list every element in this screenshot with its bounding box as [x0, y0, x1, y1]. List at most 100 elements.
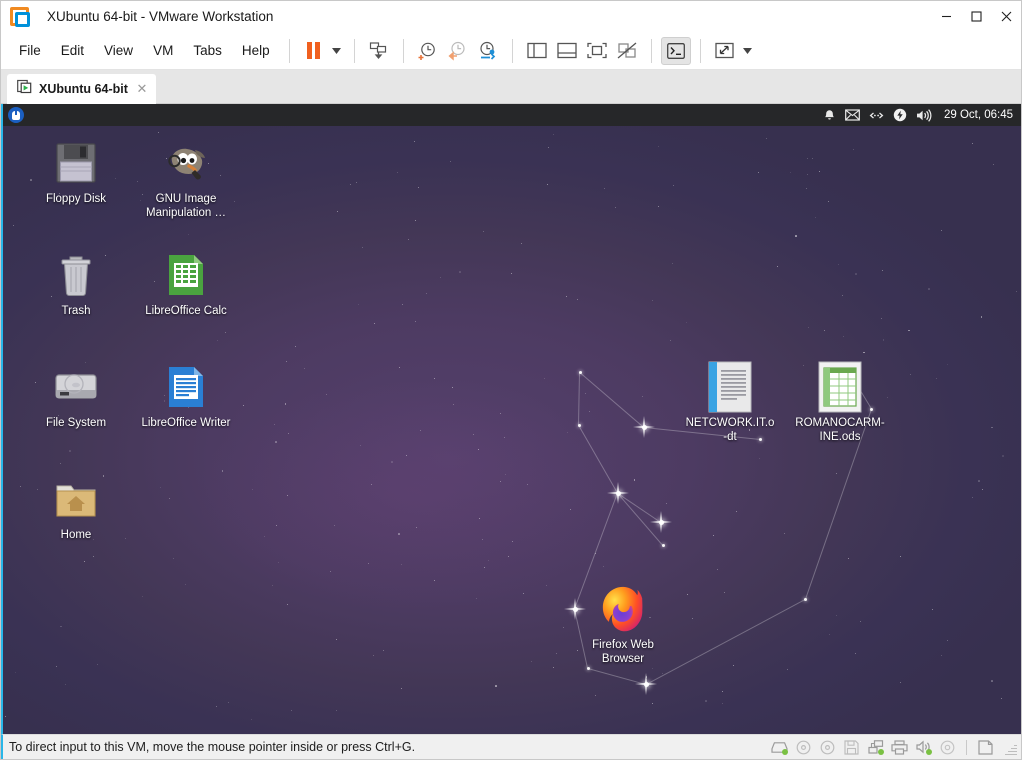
desktop-icon-libreoffice-calc[interactable]: LibreOffice Calc: [140, 251, 232, 318]
tab-strip: XUbuntu 64-bit ✕: [1, 70, 1021, 104]
desktop-icon-firefox-web-browser[interactable]: Firefox Web Browser: [577, 585, 669, 666]
status-dot: [782, 748, 788, 755]
desktop-icon-label: File System: [45, 417, 107, 429]
console-button[interactable]: [660, 36, 691, 65]
resize-grip[interactable]: [1003, 739, 1017, 756]
hard-disk-device[interactable]: [770, 739, 789, 756]
network-icon[interactable]: [869, 110, 884, 121]
desktop-icon-label: Home: [60, 529, 92, 541]
desktop-icon-file-system[interactable]: File System: [30, 363, 122, 430]
usb-disc-icon: [940, 740, 955, 754]
menu-edit[interactable]: Edit: [51, 38, 94, 63]
trash-icon: [52, 251, 100, 299]
status-dot: [878, 748, 884, 755]
desktop-icon-floppy-disk[interactable]: Floppy Disk: [30, 139, 122, 206]
pause-button[interactable]: [299, 37, 329, 65]
menu-tabs[interactable]: Tabs: [183, 38, 232, 63]
window-controls: [931, 1, 1021, 32]
panel-bottom-icon: [556, 42, 577, 59]
expand-arrows-icon: [715, 42, 734, 59]
toolbar-separator: [699, 38, 701, 63]
cd-dvd-device-2[interactable]: [818, 739, 837, 756]
panel-left-icon: [526, 42, 547, 59]
terminal-icon: [666, 42, 685, 59]
floppy-icon: [52, 139, 100, 187]
menu-help[interactable]: Help: [232, 38, 280, 63]
minimize-button[interactable]: [931, 1, 961, 32]
desktop-icon-label: Floppy Disk: [45, 193, 107, 205]
floppy-device[interactable]: [842, 739, 861, 756]
unity-off-icon: [617, 42, 637, 59]
snapshot-manager-icon: [480, 41, 496, 60]
xfce-whisker-menu-icon[interactable]: [8, 107, 24, 123]
desktop-icon-trash[interactable]: Trash: [30, 251, 122, 318]
snapshot-manager-button[interactable]: [473, 37, 503, 65]
bell-icon[interactable]: [823, 109, 836, 122]
tab-xubuntu-64-bit[interactable]: XUbuntu 64-bit ✕: [7, 74, 156, 104]
status-bar: To direct input to this VM, move the mou…: [1, 734, 1021, 759]
unity-mode-button[interactable]: [612, 37, 642, 65]
desktop-icon-netcwork-odt[interactable]: NETCWORK.IT.o-dt: [684, 361, 776, 444]
status-dot: [926, 748, 932, 755]
desktop-icon-label: Firefox Web Browser: [592, 639, 654, 665]
printer-device[interactable]: [890, 739, 909, 756]
pause-icon: [307, 42, 321, 59]
ods-spreadsheet-icon: [816, 361, 864, 413]
vm-play-icon: [17, 79, 32, 99]
desktop-icon-label: NETCWORK.IT.o-dt: [685, 417, 775, 443]
vmware-workstation-window: XUbuntu 64-bit - VMware Workstation File…: [0, 0, 1022, 760]
network-adapter-device[interactable]: [866, 739, 885, 756]
desktop-icon-label: GNU Image Manipulation …: [146, 193, 226, 219]
battery-bolt-icon[interactable]: [893, 108, 907, 122]
desktop-icon-label: Trash: [61, 305, 91, 317]
display-device[interactable]: [976, 739, 995, 756]
menu-file[interactable]: File: [9, 38, 51, 63]
take-snapshot-button[interactable]: [413, 37, 443, 65]
snapshot-revert-icon: [448, 41, 465, 61]
libreoffice-calc-icon: [162, 251, 210, 299]
menu-toolbar-row: File Edit View VM Tabs Help: [1, 32, 1021, 70]
status-message: To direct input to this VM, move the mou…: [9, 740, 416, 754]
desktop-icon-home[interactable]: Home: [30, 475, 122, 542]
firefox-icon: [599, 585, 647, 633]
pause-dropdown[interactable]: [329, 37, 345, 65]
desktop-icon-libreoffice-writer[interactable]: LibreOffice Writer: [140, 363, 232, 430]
speaker-icon[interactable]: [916, 108, 932, 122]
snapshot-send-icon: [370, 42, 387, 60]
chevron-down-icon: [743, 47, 753, 54]
revert-snapshot-button[interactable]: [443, 37, 473, 65]
toolbar-separator: [288, 38, 290, 63]
fullscreen-icon: [586, 42, 607, 59]
vm-console-screen[interactable]: 29 Oct, 06:45 Floppy Disk GNU Image Mani…: [1, 104, 1021, 734]
close-button[interactable]: [991, 1, 1021, 32]
gimp-icon: [162, 139, 210, 187]
panel-clock[interactable]: 29 Oct, 06:45: [941, 109, 1013, 121]
system-tray: 29 Oct, 06:45: [823, 108, 1021, 122]
sound-card-device[interactable]: [914, 739, 933, 756]
envelope-icon[interactable]: [845, 109, 860, 121]
stretch-guest-button[interactable]: [710, 37, 740, 65]
tab-label: XUbuntu 64-bit: [39, 82, 128, 96]
usb-device[interactable]: [938, 739, 957, 756]
fullscreen-button[interactable]: [582, 37, 612, 65]
desktop-icon-label: LibreOffice Writer: [141, 417, 231, 429]
chevron-down-icon: [332, 47, 342, 54]
desktop-icon-gimp[interactable]: GNU Image Manipulation …: [140, 139, 232, 220]
odt-document-icon: [706, 361, 754, 413]
menu-vm[interactable]: VM: [143, 38, 183, 63]
floppy-icon: [844, 739, 859, 755]
desktop-icon-label: LibreOffice Calc: [145, 305, 227, 317]
libreoffice-writer-icon: [162, 363, 210, 411]
home-folder-icon: [52, 475, 100, 523]
stretch-dropdown[interactable]: [740, 37, 756, 65]
send-ctrl-alt-del-button[interactable]: [364, 37, 394, 65]
maximize-button[interactable]: [961, 1, 991, 32]
cd-dvd-device-1[interactable]: [794, 739, 813, 756]
show-library-button[interactable]: [522, 37, 552, 65]
disc-icon: [820, 740, 835, 754]
menu-view[interactable]: View: [94, 38, 143, 63]
desktop-icon-romanocarmine-ods[interactable]: ROMANOCARM-INE.ods: [794, 361, 886, 444]
tab-close-button[interactable]: ✕: [135, 81, 149, 97]
snapshot-add-icon: [418, 42, 435, 60]
show-console-view-button[interactable]: [552, 37, 582, 65]
